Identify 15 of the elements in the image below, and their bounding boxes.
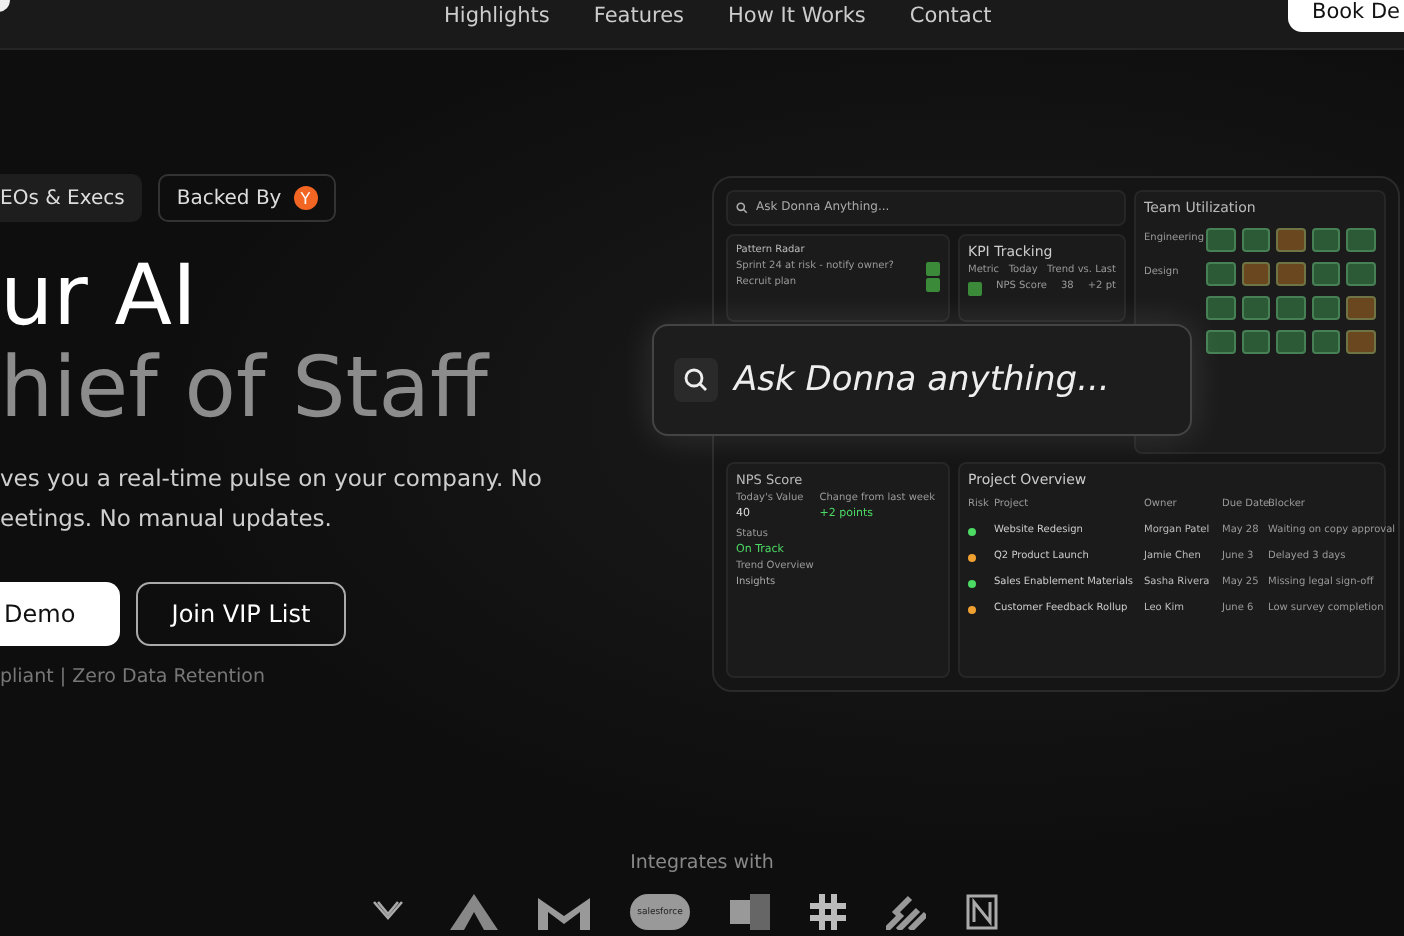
integrations-title: Integrates with xyxy=(630,852,774,874)
nav-link[interactable]: Features xyxy=(593,4,685,28)
nav-link[interactable]: How It Works xyxy=(728,4,866,28)
nav-link[interactable]: Highlights xyxy=(444,4,550,28)
badge-label: Backed By xyxy=(176,187,282,209)
search-placeholder: Ask Donna anything... xyxy=(734,360,1110,400)
subtitle: ves you a real-time pulse on your company. No eetings. No manual updates. xyxy=(0,462,544,536)
demo-button[interactable]: Demo xyxy=(0,582,120,646)
nav-link[interactable]: Contact xyxy=(909,4,992,28)
ask-search-bar[interactable]: Ask Donna anything... xyxy=(652,324,1192,436)
vip-list-button[interactable]: Join VIP List xyxy=(136,582,346,646)
compliance-note: pliant | Zero Data Retention xyxy=(0,666,268,688)
y-logo-icon: Y xyxy=(293,186,318,210)
book-demo-button[interactable]: Book De xyxy=(1287,0,1404,32)
audience-badge: EOs & Execs xyxy=(0,174,143,222)
